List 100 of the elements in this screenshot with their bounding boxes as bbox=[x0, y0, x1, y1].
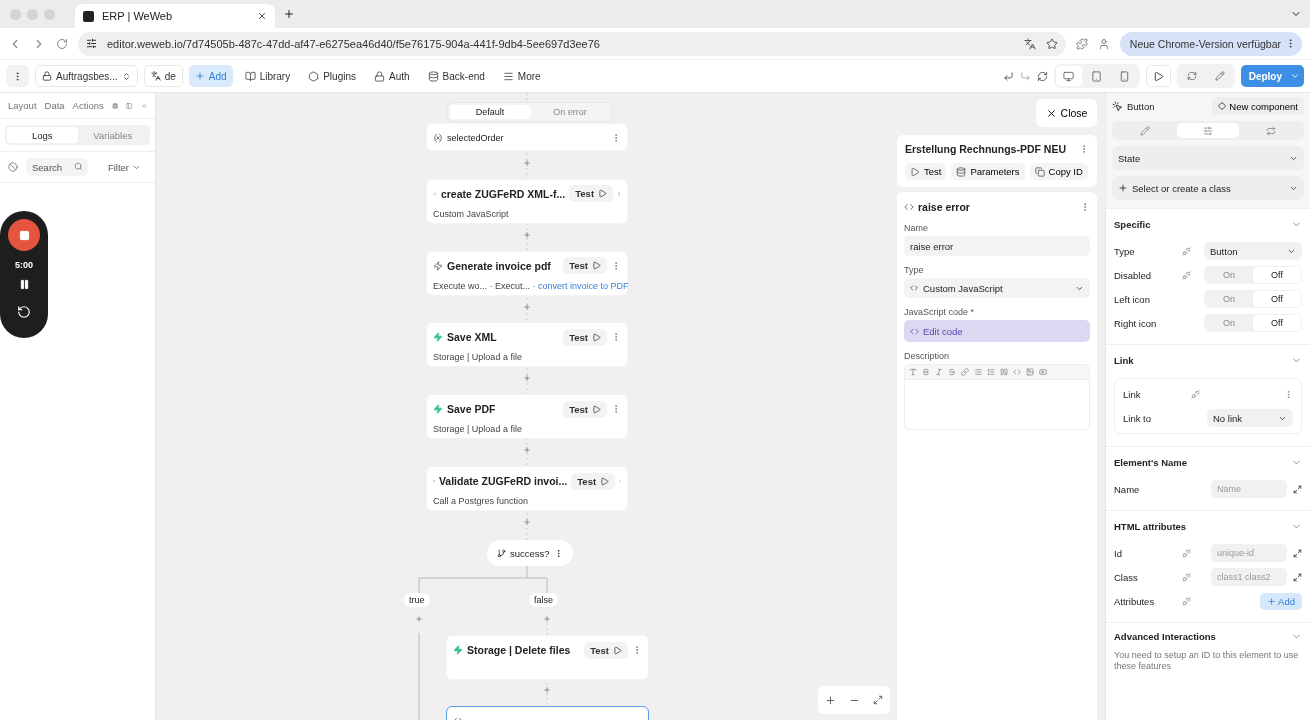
add-button[interactable]: Add bbox=[1260, 592, 1302, 610]
edit-code-button[interactable]: Edit code bbox=[904, 320, 1090, 342]
menu-button[interactable] bbox=[6, 65, 29, 87]
subtab[interactable]: Logs bbox=[7, 127, 78, 143]
bind-icon[interactable] bbox=[1181, 246, 1191, 256]
toolbar-button[interactable]: Auth bbox=[368, 65, 416, 87]
preview-button[interactable] bbox=[1145, 65, 1171, 87]
reload-icon[interactable] bbox=[56, 37, 68, 50]
panel-tab[interactable]: Layout bbox=[8, 100, 37, 111]
new-component-button[interactable]: New component bbox=[1212, 97, 1304, 115]
action-card[interactable]: Save PDF Test Storage | Upload a file bbox=[426, 394, 628, 440]
video-icon[interactable] bbox=[1039, 368, 1047, 376]
panel-icon[interactable] bbox=[126, 100, 133, 111]
add-step-icon[interactable] bbox=[543, 615, 551, 623]
strikethrough-icon[interactable] bbox=[948, 368, 956, 376]
undo-icon[interactable] bbox=[1002, 70, 1014, 82]
window-close-button[interactable] bbox=[10, 8, 21, 20]
mode-tab[interactable]: Default bbox=[450, 105, 530, 119]
test-button[interactable]: Test bbox=[563, 257, 607, 275]
bullet-list-icon[interactable] bbox=[974, 368, 982, 376]
extensions-icon[interactable] bbox=[1075, 37, 1088, 50]
stop-button[interactable] bbox=[8, 219, 40, 251]
test-button[interactable]: Test bbox=[571, 472, 616, 490]
condition-node[interactable]: success? bbox=[487, 540, 573, 566]
caret-icon[interactable] bbox=[1290, 71, 1300, 81]
debug-icon[interactable] bbox=[111, 100, 119, 111]
expand-icon[interactable] bbox=[1293, 572, 1302, 582]
expand-icon[interactable] bbox=[1293, 548, 1302, 558]
filter-button[interactable]: Filter bbox=[101, 160, 147, 174]
link-icon[interactable] bbox=[961, 368, 969, 376]
panel-tab[interactable]: Data bbox=[44, 100, 65, 111]
italic-icon[interactable] bbox=[935, 368, 943, 376]
browser-tab[interactable]: ERP | WeWeb bbox=[75, 4, 275, 28]
add-step-icon[interactable] bbox=[523, 302, 531, 311]
add-step-icon[interactable] bbox=[523, 230, 531, 239]
add-step-icon[interactable] bbox=[523, 159, 531, 167]
bookmark-star-icon[interactable] bbox=[1045, 37, 1058, 50]
link-select[interactable]: No link bbox=[1207, 409, 1293, 427]
action-card[interactable]: Validate ZUGFeRD invoi... Test Call a Postgres function bbox=[426, 466, 628, 511]
add-step-icon[interactable] bbox=[415, 615, 423, 623]
name-field[interactable]: raise error bbox=[904, 236, 1090, 256]
quote-icon[interactable] bbox=[1000, 368, 1008, 376]
add-step-icon[interactable] bbox=[523, 374, 531, 383]
test-button[interactable]: Test bbox=[563, 400, 607, 418]
action-card[interactable]: create ZUGFeRD XML-f... Test Custom JavaScript bbox=[426, 178, 628, 224]
close-button[interactable]: Close bbox=[1036, 99, 1097, 127]
clear-icon[interactable] bbox=[8, 162, 18, 172]
profile-icon[interactable] bbox=[1097, 37, 1110, 50]
action-card[interactable]: Generate invoice pdf Test Execute wo... · Execut... · convert invoice to PDF bbox=[426, 250, 628, 296]
toolbar-button[interactable]: Library bbox=[238, 65, 297, 87]
workflow-action-button[interactable]: Parameters bbox=[951, 163, 1025, 180]
toggle-option[interactable]: Off bbox=[1253, 291, 1301, 307]
type-select[interactable]: Button bbox=[1204, 242, 1302, 260]
description-editor[interactable] bbox=[904, 364, 1090, 430]
device-toggle[interactable] bbox=[1055, 66, 1082, 86]
action-card[interactable]: selectedOrder bbox=[426, 123, 628, 151]
toolbar-button[interactable]: Back-end bbox=[421, 65, 491, 87]
toggle-option[interactable]: Off bbox=[1253, 315, 1301, 331]
refresh-icon[interactable] bbox=[1036, 70, 1048, 82]
numbered-list-icon[interactable] bbox=[987, 368, 995, 376]
workflow-link[interactable]: · convert invoice to PDF bbox=[532, 280, 629, 291]
test-button[interactable]: Test bbox=[563, 328, 607, 346]
workflow-action-button[interactable]: Copy ID bbox=[1029, 163, 1088, 180]
search-field[interactable]: Search bbox=[26, 158, 88, 176]
close-icon[interactable] bbox=[257, 11, 267, 21]
toolbar-button[interactable]: More bbox=[496, 65, 547, 87]
translate-icon[interactable] bbox=[1023, 37, 1036, 50]
zoom-in-icon[interactable] bbox=[824, 694, 836, 706]
test-button[interactable]: Test bbox=[584, 641, 628, 659]
class-select[interactable]: Select or create a class bbox=[1112, 176, 1304, 200]
text-icon[interactable] bbox=[909, 368, 917, 376]
add-step-icon[interactable] bbox=[523, 446, 531, 455]
redo-icon[interactable] bbox=[1019, 70, 1031, 82]
properties-tab[interactable] bbox=[1176, 123, 1240, 138]
bind-icon[interactable] bbox=[1181, 596, 1191, 606]
window-minimize-button[interactable] bbox=[27, 8, 38, 20]
workflow-action-button[interactable]: Test bbox=[905, 163, 947, 180]
bind-icon[interactable] bbox=[1181, 548, 1191, 558]
toggle-option[interactable]: Off bbox=[1253, 267, 1301, 283]
bind-icon[interactable] bbox=[1181, 270, 1191, 280]
add-step-icon[interactable] bbox=[543, 686, 551, 694]
bind-icon[interactable] bbox=[1181, 572, 1191, 582]
name-input[interactable]: Name bbox=[1211, 480, 1287, 498]
add-button[interactable]: Add bbox=[188, 65, 233, 87]
image-icon[interactable] bbox=[1026, 368, 1034, 376]
bind-icon[interactable] bbox=[1190, 389, 1200, 399]
language-button[interactable]: de bbox=[143, 65, 183, 87]
add-step-icon[interactable] bbox=[523, 518, 531, 526]
attribute-input[interactable]: unique-id bbox=[1211, 544, 1287, 562]
fit-view-icon[interactable] bbox=[873, 695, 884, 705]
attribute-input[interactable]: class1 class2 bbox=[1211, 568, 1287, 586]
address-bar[interactable]: editor.weweb.io/7d74505b-487c-47dd-af47-e6275ea46d40/f5e76175-904a-441f-9db4-5ee697d3ee76 bbox=[78, 31, 1066, 56]
new-tab-icon[interactable] bbox=[283, 8, 295, 20]
bold-icon[interactable] bbox=[922, 368, 930, 376]
mode-tab[interactable]: On error bbox=[530, 105, 610, 119]
window-zoom-button[interactable] bbox=[44, 8, 55, 20]
expand-icon[interactable] bbox=[1293, 484, 1302, 494]
panel-tab[interactable]: Actions bbox=[72, 100, 104, 111]
page-select[interactable]: Auftragsbes... bbox=[35, 65, 138, 87]
test-button[interactable]: Test bbox=[569, 185, 614, 203]
